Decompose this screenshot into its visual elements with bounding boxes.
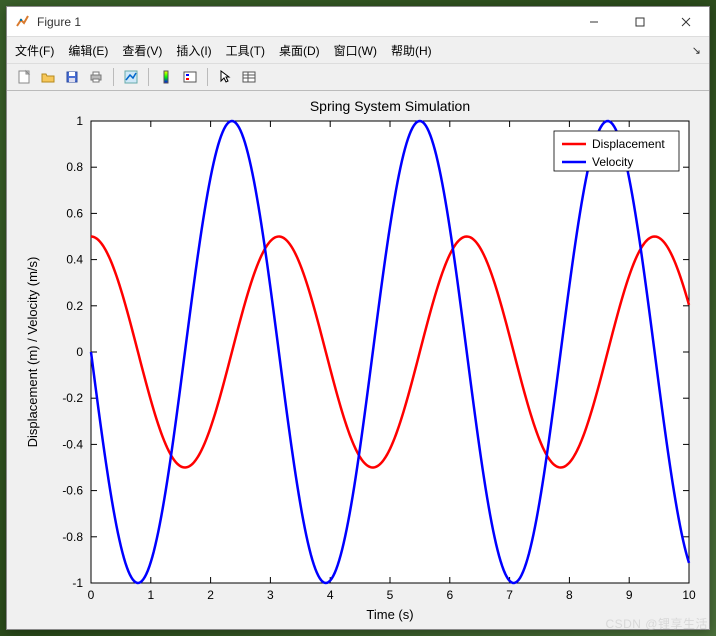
x-tick-label: 0 [88,588,95,602]
y-tick-label: 1 [76,114,83,128]
menu-edit[interactable]: 编辑(E) [68,42,108,59]
watermark-text: CSDN @锂享生活 [605,615,708,632]
y-tick-label: 0.2 [66,299,83,313]
y-tick-label: -0.6 [62,484,83,498]
x-tick-label: 10 [682,588,696,602]
y-tick-label: -1 [72,576,83,590]
close-button[interactable] [663,7,709,37]
menu-tools[interactable]: 工具(T) [226,42,265,59]
toolbar-separator [113,68,114,86]
toolbar-separator [148,68,149,86]
titlebar[interactable]: Figure 1 [7,7,709,37]
open-button[interactable] [37,66,59,88]
matlab-icon [15,14,31,30]
x-tick-label: 2 [207,588,214,602]
figure-axes-area[interactable]: 0 1 2 3 4 5 6 7 8 9 10 -1 -0.8 -0.6 -0.4 -0.2 0 0.2 0.4 0.6… [7,91,709,629]
chart-title: Spring System Simulation [310,98,470,114]
x-tick-label: 5 [387,588,394,602]
figure-window: Figure 1 文件(F) 编辑(E) 查看(V) 插入(I) 工具(T) 桌… [6,6,710,630]
inspector-button[interactable] [238,66,260,88]
colorbar-button[interactable] [155,66,177,88]
save-button[interactable] [61,66,83,88]
x-tick-label: 1 [147,588,154,602]
chart-svg: 0 1 2 3 4 5 6 7 8 9 10 -1 -0.8 -0.6 -0.4 -0.2 0 0.2 0.4 0.6… [7,91,709,629]
x-tick-label: 6 [446,588,453,602]
axes-box [91,121,689,583]
legend-label: Velocity [592,155,633,169]
y-tick-label: 0.6 [66,206,83,220]
x-axis-label: Time (s) [366,607,413,622]
link-plot-button[interactable] [120,66,142,88]
toolbar-separator [207,68,208,86]
x-tick-label: 7 [506,588,513,602]
x-tick-label: 8 [566,588,573,602]
print-button[interactable] [85,66,107,88]
menu-help[interactable]: 帮助(H) [391,42,432,59]
pointer-button[interactable] [214,66,236,88]
y-tick-label: -0.4 [62,437,83,451]
legend-button[interactable] [179,66,201,88]
x-tick-label: 4 [327,588,334,602]
y-tick-label: 0.8 [66,160,83,174]
x-tick-label: 3 [267,588,274,602]
y-tick-label: 0.4 [66,253,83,267]
y-tick-label: 0 [76,345,83,359]
minimize-button[interactable] [571,7,617,37]
legend-label: Displacement [592,137,665,151]
menu-view[interactable]: 查看(V) [122,42,162,59]
dock-arrow-icon[interactable]: ↘ [692,44,701,57]
menu-insert[interactable]: 插入(I) [176,42,211,59]
y-tick-label: -0.8 [62,530,83,544]
menu-window[interactable]: 窗口(W) [334,42,377,59]
y-tick-label: -0.2 [62,391,83,405]
toolbar [7,63,709,91]
window-title: Figure 1 [37,15,81,29]
menu-desktop[interactable]: 桌面(D) [279,42,320,59]
x-tick-label: 9 [626,588,633,602]
maximize-button[interactable] [617,7,663,37]
y-axis-label: Displacement (m) / Velocity (m/s) [25,257,40,448]
menubar: 文件(F) 编辑(E) 查看(V) 插入(I) 工具(T) 桌面(D) 窗口(W… [7,37,709,63]
menu-file[interactable]: 文件(F) [15,42,54,59]
new-figure-button[interactable] [13,66,35,88]
